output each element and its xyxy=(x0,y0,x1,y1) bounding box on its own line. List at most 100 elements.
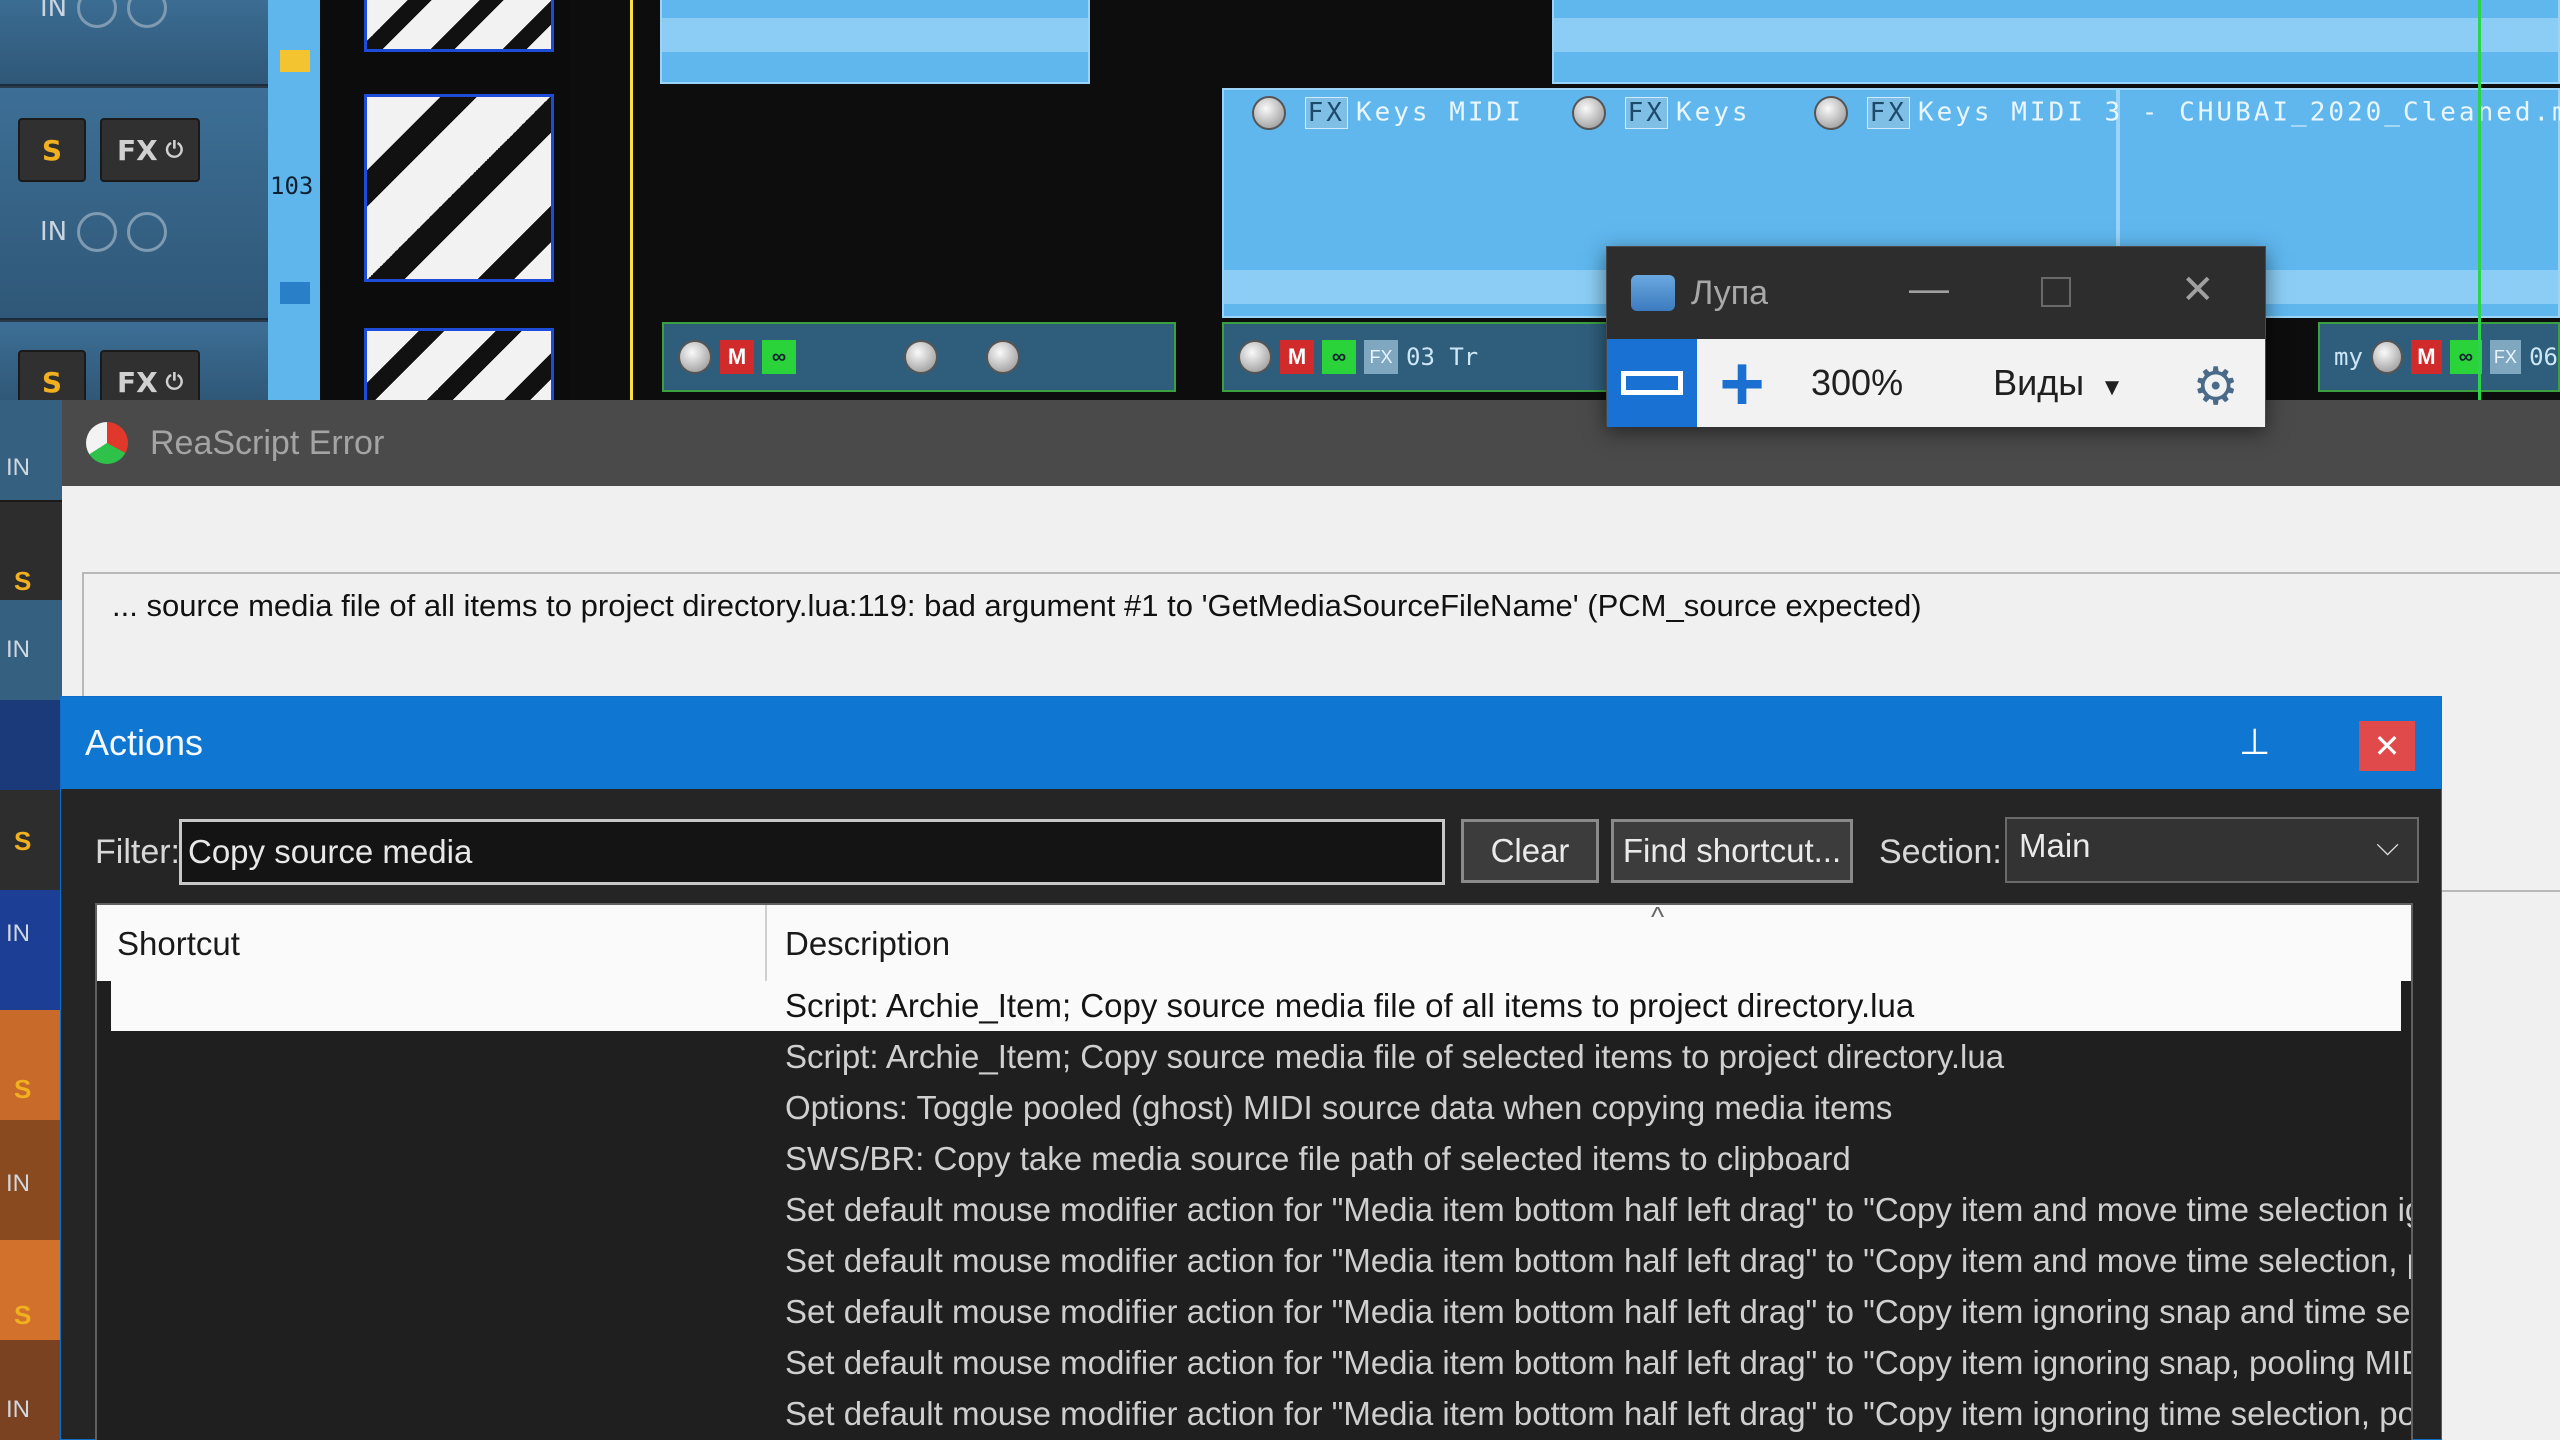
fx-badge[interactable]: FX xyxy=(1304,96,1348,129)
side-label: IN xyxy=(6,1396,30,1423)
link-icon[interactable]: ∞ xyxy=(1322,340,1356,374)
table-row[interactable]: Set default mouse modifier action for "M… xyxy=(97,1389,2411,1439)
table-row[interactable]: Set default mouse modifier action for "M… xyxy=(97,1338,2411,1388)
fx-label: FX xyxy=(116,365,158,399)
piano-thumbnail xyxy=(364,0,554,52)
track-number: 103 xyxy=(270,172,314,200)
magnifier-window: Лупа — ✕ + 300% Виды ▼ ⚙ xyxy=(1606,246,2266,427)
mute-button[interactable]: M xyxy=(1280,340,1314,374)
chevron-down-icon: ⌵ xyxy=(2376,829,2399,862)
piano-thumbnail xyxy=(364,328,554,408)
track-row[interactable]: S FX ⏻ xyxy=(0,322,270,414)
side-label: IN xyxy=(6,1170,30,1197)
media-item[interactable] xyxy=(660,0,1090,84)
power-icon: ⏻ xyxy=(165,369,184,395)
zoom-level: 300% xyxy=(1811,362,1904,403)
list-header: Shortcut Description ^ xyxy=(97,905,2411,981)
mute-button[interactable]: M xyxy=(720,340,754,374)
monitor-icon[interactable] xyxy=(127,212,168,252)
table-row[interactable]: SWS/BR: Copy take media source file path… xyxy=(97,1134,2411,1184)
actions-list[interactable]: Shortcut Description ^ Script: Archie_It… xyxy=(95,903,2413,1440)
side-label: IN xyxy=(6,636,30,663)
caret-down-icon: ▼ xyxy=(2100,374,2124,401)
piano-thumbnail xyxy=(364,94,554,282)
record-arm-icon[interactable] xyxy=(77,212,118,252)
section-select[interactable]: Main ⌵ xyxy=(2005,817,2419,883)
close-icon[interactable]: ✕ xyxy=(2181,267,2215,313)
fx-badge[interactable]: FX xyxy=(2489,340,2522,374)
error-message: ... source media file of all items to pr… xyxy=(112,588,1922,623)
pin-icon[interactable]: ⊥ xyxy=(2239,721,2279,762)
solo-button[interactable]: S xyxy=(18,118,86,182)
maximize-icon[interactable] xyxy=(2041,277,2071,307)
filter-label: Filter: xyxy=(95,833,180,871)
gear-icon[interactable]: ⚙ xyxy=(2192,357,2239,417)
close-button[interactable]: ✕ xyxy=(2359,721,2415,771)
fx-badge[interactable]: FX xyxy=(1624,96,1668,129)
zoom-out-button[interactable] xyxy=(1607,339,1697,427)
fx-badge[interactable]: FX xyxy=(1364,340,1398,374)
track-item-row[interactable]: M ∞ xyxy=(662,322,1176,392)
monitor-icon[interactable] xyxy=(127,0,168,28)
volume-knob[interactable] xyxy=(2370,340,2403,374)
magnifier-icon xyxy=(1631,275,1675,311)
find-shortcut-button[interactable]: Find shortcut... xyxy=(1611,819,1853,883)
side-label: IN xyxy=(6,920,30,947)
window-title: Лупа xyxy=(1691,273,1769,312)
row-description: Set default mouse modifier action for "M… xyxy=(785,1242,2411,1279)
filter-row: Filter: Clear Find shortcut... Section: … xyxy=(61,817,2441,889)
volume-knob[interactable] xyxy=(1814,96,1848,130)
views-dropdown[interactable]: Виды ▼ xyxy=(1993,362,2124,404)
side-label: IN xyxy=(6,454,30,481)
volume-knob[interactable] xyxy=(904,340,938,374)
reaper-logo-icon xyxy=(86,422,128,464)
row-description: SWS/BR: Copy take media source file path… xyxy=(785,1140,1851,1177)
filter-input[interactable] xyxy=(179,819,1445,885)
table-row[interactable]: Set default mouse modifier action for "M… xyxy=(97,1185,2411,1235)
actions-titlebar[interactable]: Actions ⊥ ✕ xyxy=(61,697,2441,789)
column-header-description[interactable]: Description xyxy=(785,925,950,963)
row-description: Set default mouse modifier action for "M… xyxy=(785,1293,2411,1330)
magnifier-toolbar: + 300% Виды ▼ ⚙ xyxy=(1607,339,2265,427)
folder-icon xyxy=(280,50,310,72)
volume-knob[interactable] xyxy=(1238,340,1272,374)
table-row[interactable]: Script: Archie_Item; Copy source media f… xyxy=(111,981,2401,1031)
volume-knob[interactable] xyxy=(678,340,712,374)
side-label: S xyxy=(14,1074,32,1104)
side-label: S xyxy=(14,566,32,596)
screen: IN S FX ⏻ IN S FX ⏻ IN S IN S IN S IN S … xyxy=(0,0,2560,1440)
minimize-icon[interactable]: — xyxy=(1909,267,1949,312)
column-header-shortcut[interactable]: Shortcut xyxy=(117,925,240,963)
power-icon: ⏻ xyxy=(165,137,184,163)
item-label: 06 xyxy=(2529,343,2558,371)
volume-knob[interactable] xyxy=(1252,96,1286,130)
table-row[interactable]: Script: Archie_Item; Copy source media f… xyxy=(97,1032,2411,1082)
mute-button[interactable]: M xyxy=(2410,340,2443,374)
track-row[interactable]: IN xyxy=(0,0,270,86)
link-icon[interactable]: ∞ xyxy=(762,340,796,374)
volume-knob[interactable] xyxy=(986,340,1020,374)
fx-button[interactable]: FX ⏻ xyxy=(100,118,200,182)
link-icon[interactable]: ∞ xyxy=(2450,340,2482,374)
table-row[interactable]: Options: Toggle pooled (ghost) MIDI sour… xyxy=(97,1083,2411,1133)
column-divider[interactable] xyxy=(765,905,767,981)
item-label: 03 Tr xyxy=(1406,343,1479,371)
input-label: IN xyxy=(40,0,68,23)
volume-knob[interactable] xyxy=(1572,96,1606,130)
zoom-in-button[interactable]: + xyxy=(1697,339,1787,427)
folder-icon xyxy=(280,282,310,304)
window-title: ReaScript Error xyxy=(150,423,385,462)
clear-button[interactable]: Clear xyxy=(1461,819,1599,883)
track-row[interactable]: S FX ⏻ IN xyxy=(0,88,270,320)
media-item[interactable] xyxy=(1552,0,2560,84)
record-arm-icon[interactable] xyxy=(77,0,118,28)
left-track-strip: IN S IN S IN S IN S IN xyxy=(0,400,62,1440)
track-item-row[interactable]: my M ∞ FX 06 xyxy=(2318,322,2560,392)
item-label: my xyxy=(2334,343,2363,371)
table-row[interactable]: Set default mouse modifier action for "M… xyxy=(97,1287,2411,1337)
row-description: Set default mouse modifier action for "M… xyxy=(785,1395,2411,1432)
table-row[interactable]: Set default mouse modifier action for "M… xyxy=(97,1236,2411,1286)
sort-caret-icon: ^ xyxy=(1651,903,1665,932)
actions-window: Actions ⊥ ✕ Filter: Clear Find shortcut.… xyxy=(60,696,2442,1440)
fx-badge[interactable]: FX xyxy=(1866,96,1910,129)
